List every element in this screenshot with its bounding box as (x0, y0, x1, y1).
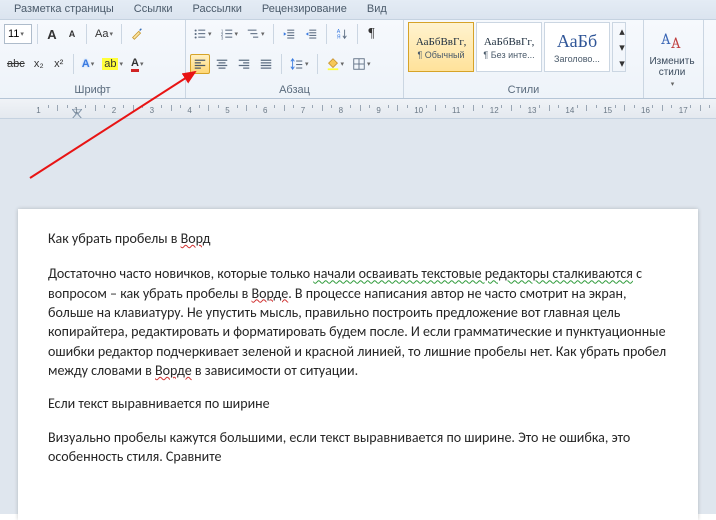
change-styles-button[interactable]: AA Изменитьстили (648, 22, 696, 92)
tab-view[interactable]: Вид (357, 0, 397, 19)
font-color-button[interactable]: A (128, 54, 146, 74)
ruler-number: 17 (679, 106, 688, 115)
line-spacing-button[interactable] (287, 54, 312, 74)
ruler-number: 1 (36, 106, 40, 115)
ruler-number: 16 (641, 106, 650, 115)
ruler-number: 11 (452, 106, 460, 115)
borders-button[interactable] (349, 54, 374, 74)
highlight-button[interactable]: ab (99, 54, 126, 74)
ruler-number: 14 (565, 106, 574, 115)
bullet-list-button[interactable] (190, 24, 215, 44)
shading-button[interactable] (323, 54, 348, 74)
multilevel-list-button[interactable] (243, 24, 268, 44)
superscript-button[interactable]: x² (50, 54, 68, 74)
ruler-number: 2 (112, 106, 116, 115)
increase-indent-button[interactable] (301, 24, 321, 44)
strike-button[interactable]: abc (4, 54, 28, 74)
shrink-font-button[interactable]: A (63, 24, 81, 44)
number-list-button[interactable]: 123 (217, 24, 242, 44)
align-justify-button[interactable] (256, 54, 276, 74)
change-case-button[interactable]: Aa (92, 24, 116, 44)
group-styles: АаБбВвГг, ¶ Обычный АаБбВвГг, ¶ Без инте… (404, 20, 644, 98)
svg-text:Я: Я (336, 34, 340, 40)
grow-font-button[interactable]: A (43, 24, 61, 44)
doc-paragraph-2: Если текст выравнивается по ширине (48, 394, 668, 413)
ruler-number: 6 (263, 106, 267, 115)
ruler-number: 7 (301, 106, 305, 115)
style-normal[interactable]: АаБбВвГг, ¶ Обычный (408, 22, 474, 72)
group-paragraph: 123 AЯ ¶ Абзац (186, 20, 404, 98)
align-right-button[interactable] (234, 54, 254, 74)
styles-up-button[interactable]: ▴ (613, 23, 631, 39)
style-heading1[interactable]: АаБб Заголово... (544, 22, 610, 72)
style-no-spacing[interactable]: АаБбВвГг, ¶ Без инте... (476, 22, 542, 72)
doc-title: Как убрать пробелы в Ворд (48, 229, 668, 248)
text-effects-button[interactable]: A (79, 54, 97, 74)
clear-format-button[interactable] (127, 24, 147, 44)
ruler-number: 3 (150, 106, 154, 115)
svg-text:A: A (661, 30, 671, 48)
group-font: 11 A A Aa abc x₂ x² A ab A Шрифт (0, 20, 186, 98)
ruler-track: 11234567891011121314151617 (0, 102, 716, 116)
tab-page-layout[interactable]: Разметка страницы (4, 0, 124, 19)
ribbon-body: 11 A A Aa abc x₂ x² A ab A Шрифт (0, 20, 716, 98)
ruler-number: 9 (376, 106, 380, 115)
ruler[interactable]: 11234567891011121314151617 (0, 99, 716, 119)
subscript-button[interactable]: x₂ (30, 54, 48, 74)
document-area: Как убрать пробелы в Ворд Достаточно час… (0, 119, 716, 514)
sort-button[interactable]: AЯ (332, 24, 352, 44)
svg-text:3: 3 (220, 35, 223, 40)
ruler-number: 4 (187, 106, 191, 115)
show-marks-button[interactable]: ¶ (363, 24, 381, 44)
ruler-number: 12 (490, 106, 499, 115)
doc-paragraph-1: Достаточно часто новичков, которые тольк… (48, 264, 668, 380)
align-center-button[interactable] (212, 54, 232, 74)
styles-down-button[interactable]: ▾ (613, 39, 631, 55)
group-styles-label: Стили (408, 82, 639, 98)
ruler-number: 15 (603, 106, 612, 115)
ruler-number: 10 (414, 106, 423, 115)
svg-text:A: A (671, 34, 681, 52)
align-left-button[interactable] (190, 54, 210, 74)
ribbon: Разметка страницы Ссылки Рассылки Реценз… (0, 0, 716, 99)
group-font-label: Шрифт (4, 82, 181, 98)
ribbon-tabs: Разметка страницы Ссылки Рассылки Реценз… (0, 0, 716, 20)
decrease-indent-button[interactable] (279, 24, 299, 44)
ruler-number: 5 (225, 106, 229, 115)
tab-links[interactable]: Ссылки (124, 0, 183, 19)
tab-review[interactable]: Рецензирование (252, 0, 357, 19)
group-change-styles: AA Изменитьстили (644, 20, 704, 98)
document-page[interactable]: Как убрать пробелы в Ворд Достаточно час… (18, 209, 698, 520)
ruler-number: 13 (528, 106, 537, 115)
doc-paragraph-3: Визуально пробелы кажутся большими, если… (48, 428, 668, 467)
ruler-number: 8 (339, 106, 343, 115)
styles-more-button[interactable]: ▾ (613, 55, 631, 71)
change-styles-icon: AA (658, 26, 686, 54)
font-size-select[interactable]: 11 (4, 24, 32, 44)
ruler-number: 1 (74, 106, 78, 115)
group-paragraph-label: Абзац (190, 82, 399, 98)
tab-mailings[interactable]: Рассылки (183, 0, 252, 19)
